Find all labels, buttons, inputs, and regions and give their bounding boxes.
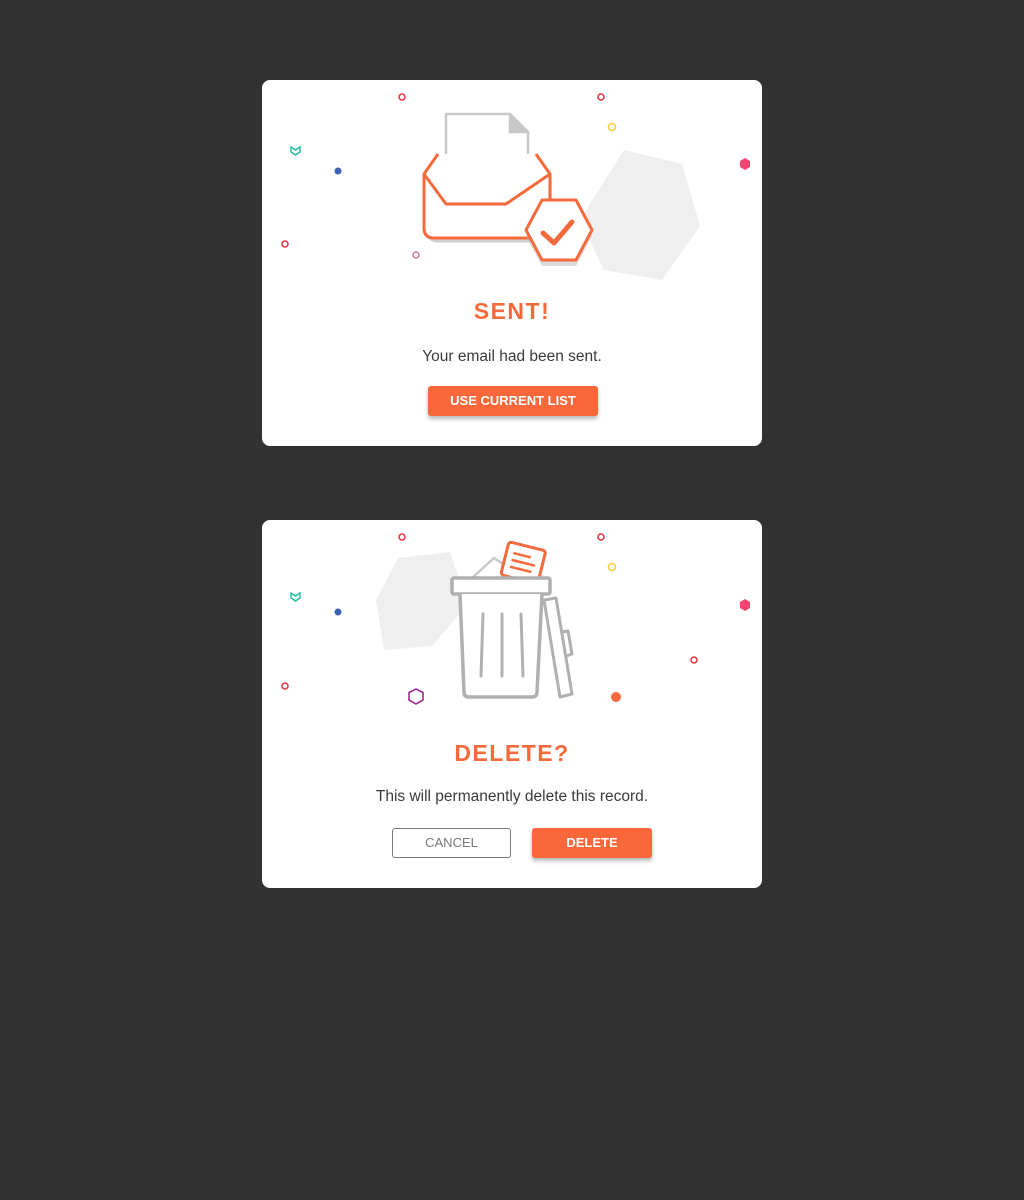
cancel-button[interactable]: CANCEL bbox=[392, 828, 511, 858]
use-current-list-button[interactable]: USE CURRENT LIST bbox=[428, 386, 598, 416]
sent-dialog: SENT! Your email had been sent. USE CURR… bbox=[262, 80, 762, 446]
background-hexagon bbox=[580, 150, 700, 280]
delete-message: This will permanently delete this record… bbox=[375, 788, 649, 805]
delete-illustration bbox=[281, 533, 750, 705]
sent-message: Your email had been sent. bbox=[422, 348, 602, 365]
delete-dialog: DELETE? This will permanently delete thi… bbox=[262, 520, 762, 888]
trash-can-icon bbox=[450, 576, 574, 699]
background-hexagon bbox=[376, 552, 468, 650]
check-badge-icon bbox=[524, 198, 594, 266]
sent-illustration bbox=[281, 93, 750, 280]
sent-title: SENT! bbox=[473, 298, 551, 324]
delete-title: DELETE? bbox=[454, 740, 570, 766]
delete-button[interactable]: DELETE bbox=[532, 828, 652, 858]
